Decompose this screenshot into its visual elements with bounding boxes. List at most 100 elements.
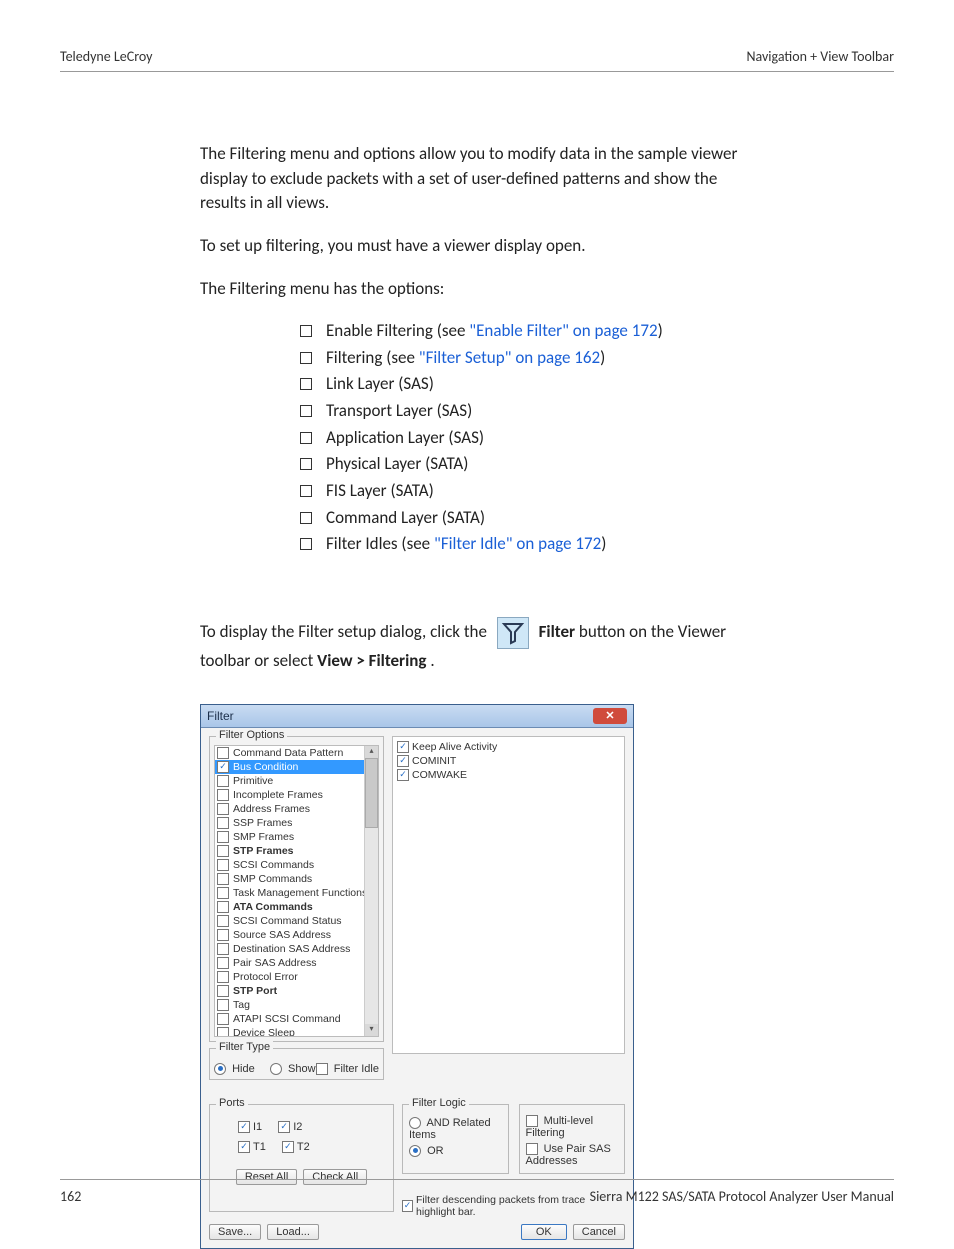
hide-radio[interactable] (214, 1063, 226, 1075)
list-item-text: Filtering (see "Filter Setup" on page 16… (326, 346, 605, 371)
list-row[interactable]: SCSI Command Status (215, 914, 378, 928)
list-row-label: ATAPI SCSI Command (233, 1013, 341, 1025)
checkbox[interactable] (217, 747, 229, 759)
checkbox[interactable]: ✓ (278, 1121, 290, 1133)
list-row[interactable]: ATA Commands (215, 900, 378, 914)
port-item[interactable]: ✓T2 (282, 1141, 310, 1153)
checkbox[interactable]: ✓ (397, 755, 409, 767)
and-radio[interactable] (409, 1117, 421, 1129)
list-item-text: FIS Layer (SATA) (326, 479, 434, 504)
list-item: Filter Idles (see "Filter Idle" on page … (300, 532, 754, 557)
list-item: FIS Layer (SATA) (300, 479, 754, 504)
para4-a: To display the Filter setup dialog, clic… (200, 621, 491, 642)
checkbox[interactable] (217, 929, 229, 941)
manual-title: Sierra M122 SAS/SATA Protocol Analyzer U… (590, 1188, 894, 1205)
checkbox[interactable] (217, 957, 229, 969)
right-option[interactable]: ✓COMWAKE (397, 768, 620, 782)
para4-e: . (430, 650, 434, 671)
checkbox[interactable] (217, 915, 229, 927)
checkbox[interactable] (217, 943, 229, 955)
save-button[interactable]: Save... (209, 1224, 261, 1240)
filter-type-group: Filter Type Hide Show F (209, 1048, 384, 1080)
list-row[interactable]: Tag (215, 998, 378, 1012)
list-row[interactable]: Task Management Functions (215, 886, 378, 900)
list-row[interactable]: ✓Bus Condition (215, 760, 378, 774)
cross-ref-link[interactable]: "Filter Idle" on page 172 (434, 533, 601, 554)
list-row[interactable]: Device Sleep (215, 1026, 378, 1037)
list-row[interactable]: Command Data Pattern (215, 746, 378, 760)
list-row[interactable]: SMP Commands (215, 872, 378, 886)
bullet-icon (300, 405, 312, 417)
scrollbar[interactable]: ▴ ▾ (364, 746, 378, 1036)
list-row-label: STP Port (233, 985, 277, 997)
load-button[interactable]: Load... (267, 1224, 319, 1240)
list-row[interactable]: Primitive (215, 774, 378, 788)
list-row[interactable]: Incomplete Frames (215, 788, 378, 802)
list-item-text: Application Layer (SAS) (326, 426, 484, 451)
checkbox[interactable]: ✓ (217, 761, 229, 773)
multilevel-checkbox[interactable] (526, 1115, 538, 1127)
checkbox[interactable] (217, 901, 229, 913)
hide-label: Hide (232, 1063, 255, 1075)
checkbox[interactable] (217, 999, 229, 1011)
list-row[interactable]: SMP Frames (215, 830, 378, 844)
port-item[interactable]: ✓I2 (278, 1121, 302, 1133)
checkbox[interactable] (217, 887, 229, 899)
filter-options-listbox[interactable]: Command Data Pattern✓Bus ConditionPrimit… (214, 745, 379, 1037)
checkbox[interactable] (217, 789, 229, 801)
checkbox[interactable]: ✓ (238, 1141, 250, 1153)
checkbox[interactable] (217, 859, 229, 871)
ok-button[interactable]: OK (521, 1224, 567, 1240)
list-row[interactable]: Protocol Error (215, 970, 378, 984)
list-row[interactable]: SSP Frames (215, 816, 378, 830)
list-row[interactable]: STP Port (215, 984, 378, 998)
checkbox[interactable] (217, 1027, 229, 1037)
checkbox[interactable] (217, 1013, 229, 1025)
show-label: Show (288, 1063, 316, 1075)
bullet-icon (300, 458, 312, 470)
checkbox[interactable]: ✓ (397, 741, 409, 753)
scroll-up-icon[interactable]: ▴ (365, 746, 378, 758)
port-item[interactable]: ✓T1 (238, 1141, 266, 1153)
checkbox[interactable] (217, 845, 229, 857)
checkbox[interactable]: ✓ (282, 1141, 294, 1153)
paragraph-3: The Filtering menu has the options: (200, 277, 754, 302)
list-row[interactable]: Pair SAS Address (215, 956, 378, 970)
port-label: I2 (293, 1121, 302, 1133)
checkbox[interactable] (217, 971, 229, 983)
list-row[interactable]: Destination SAS Address (215, 942, 378, 956)
list-item: Link Layer (SAS) (300, 372, 754, 397)
ports-title: Ports (216, 1097, 248, 1109)
checkbox[interactable]: ✓ (397, 769, 409, 781)
right-option[interactable]: ✓Keep Alive Activity (397, 740, 620, 754)
scrollbar-thumb[interactable] (365, 758, 378, 828)
show-radio[interactable] (270, 1063, 282, 1075)
close-button[interactable]: ✕ (593, 708, 627, 724)
port-item[interactable]: ✓I1 (238, 1121, 262, 1133)
right-option-label: Keep Alive Activity (412, 741, 497, 753)
checkbox[interactable] (217, 873, 229, 885)
checkbox[interactable] (217, 803, 229, 815)
right-option[interactable]: ✓COMINIT (397, 754, 620, 768)
usepair-checkbox[interactable] (526, 1143, 538, 1155)
checkbox[interactable] (217, 985, 229, 997)
cross-ref-link[interactable]: "Enable Filter" on page 172 (469, 320, 657, 341)
list-row-label: Source SAS Address (233, 929, 331, 941)
list-row[interactable]: Address Frames (215, 802, 378, 816)
list-row[interactable]: Source SAS Address (215, 928, 378, 942)
scroll-down-icon[interactable]: ▾ (365, 1024, 378, 1036)
filter-idle-checkbox[interactable] (316, 1063, 328, 1075)
cancel-button[interactable]: Cancel (573, 1224, 625, 1240)
para4-d: View > Filtering (317, 650, 426, 671)
checkbox[interactable] (217, 775, 229, 787)
cross-ref-link[interactable]: "Filter Setup" on page 162 (419, 347, 600, 368)
list-row[interactable]: SCSI Commands (215, 858, 378, 872)
list-item: Filtering (see "Filter Setup" on page 16… (300, 346, 754, 371)
list-row[interactable]: ATAPI SCSI Command (215, 1012, 378, 1026)
page-number: 162 (60, 1188, 81, 1205)
or-radio[interactable] (409, 1145, 421, 1157)
checkbox[interactable]: ✓ (238, 1121, 250, 1133)
list-row[interactable]: STP Frames (215, 844, 378, 858)
checkbox[interactable] (217, 831, 229, 843)
checkbox[interactable] (217, 817, 229, 829)
